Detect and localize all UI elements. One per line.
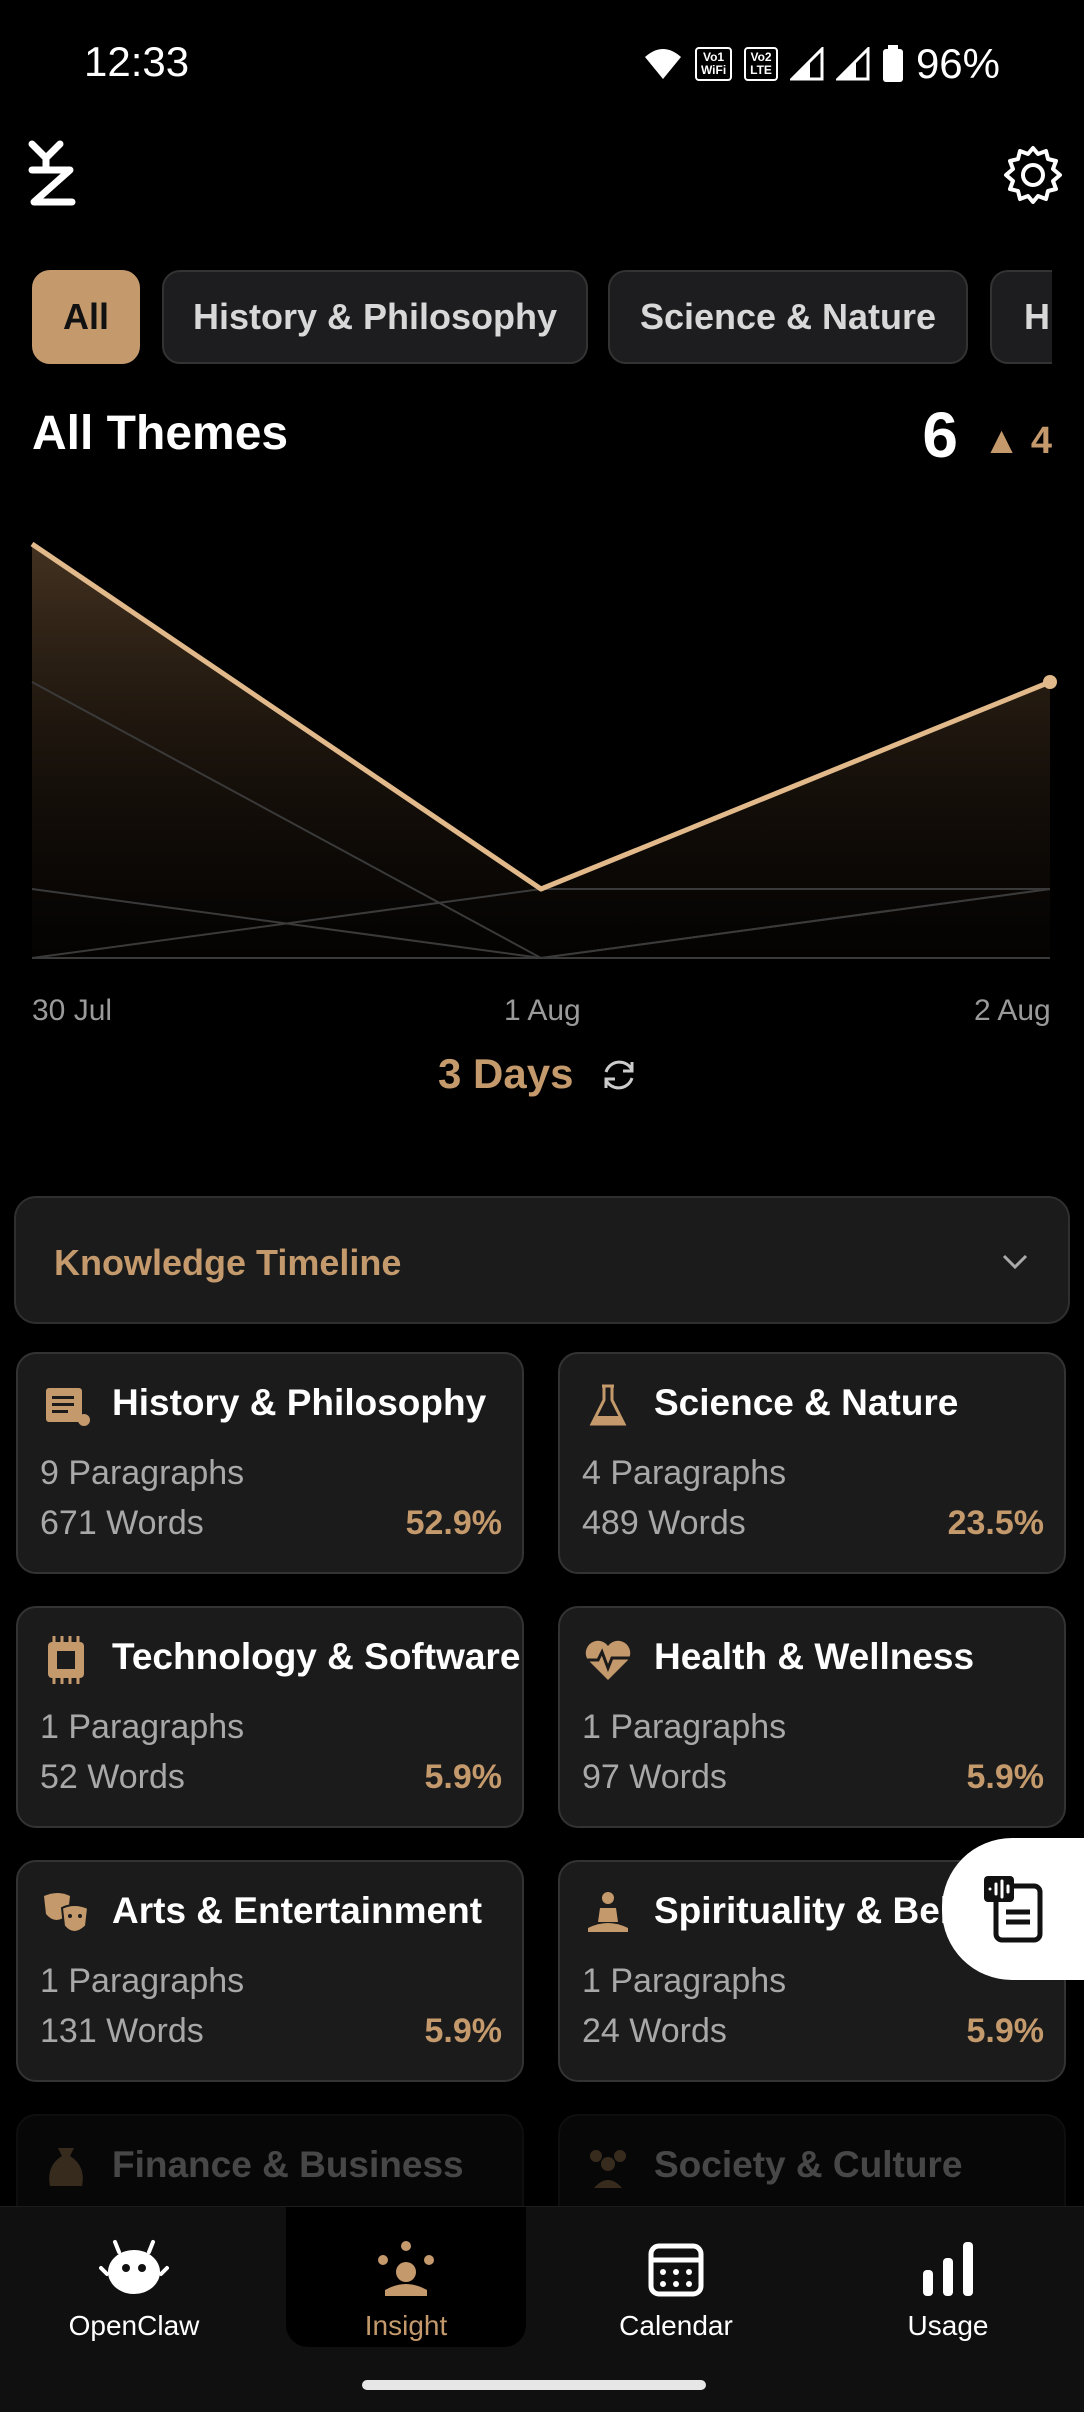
x-tick-label: 30 Jul [32,994,113,1027]
flask-icon [589,1384,627,1426]
volte-lte-icon: Vo2 LTE [744,47,778,81]
app-logo-icon [28,140,76,206]
card-title: Finance & Business [112,2144,464,2185]
nav-calendar[interactable]: Calendar [556,2207,796,2347]
card-percent: 5.9% [966,1758,1045,1796]
gear-icon[interactable] [1002,144,1064,206]
chip-all[interactable]: All [32,270,140,364]
theme-card-arts-entertainment[interactable]: Arts & Entertainment 1 Paragraphs 131 Wo… [16,1860,524,2082]
theme-card-science-nature[interactable]: Science & Nature 4 Paragraphs 489 Words … [558,1352,1066,1574]
nav-label: OpenClaw [68,2310,200,2341]
chip-history-philosophy[interactable]: History & Philosophy [162,270,588,364]
card-paragraphs: 4 Paragraphs [582,1454,787,1492]
card-title: Health & Wellness [654,1636,975,1677]
card-words: 131 Words [40,2012,204,2050]
card-percent: 5.9% [424,2012,503,2050]
knowledge-timeline-dropdown[interactable]: Knowledge Timeline [14,1196,1070,1324]
status-bar: 12:33 Vo1 WiFi Vo2 LTE 96% [0,0,1084,120]
chip-science-nature[interactable]: Science & Nature [608,270,968,364]
card-words: 52 Words [40,1758,185,1796]
card-words: 24 Words [582,2012,727,2050]
voice-notes-icon [984,1876,1043,1943]
card-paragraphs: 1 Paragraphs [582,1708,787,1746]
money-bag-icon [49,2148,83,2186]
card-title: Society & Culture [654,2144,963,2185]
status-icons: Vo1 WiFi Vo2 LTE 96% [643,40,1000,88]
scroll-icon [46,1388,90,1426]
card-title: Technology & Software [112,1636,521,1677]
nav-label: Insight [364,2310,448,2341]
signal-2-icon [835,47,870,81]
chip-icon [48,1636,84,1684]
card-title: Science & Nature [654,1382,959,1423]
wifi-icon [644,49,681,79]
card-paragraphs: 9 Paragraphs [40,1454,245,1492]
card-words: 671 Words [40,1504,204,1542]
bar-chart-icon [923,2242,973,2296]
theme-card-history-philosophy[interactable]: History & Philosophy 9 Paragraphs 671 Wo… [16,1352,524,1574]
theme-card-health-wellness[interactable]: Health & Wellness 1 Paragraphs 97 Words … [558,1606,1066,1828]
nav-openclaw[interactable]: OpenClaw [14,2207,254,2347]
page-title: All Themes [32,407,289,460]
signal-1-icon [789,47,824,81]
volte-wifi-icon: Vo1 WiFi [694,47,733,81]
range-label[interactable]: 3 Days [438,1050,573,1098]
card-percent: 52.9% [405,1504,502,1542]
nav-usage[interactable]: Usage [828,2207,1068,2347]
series-point-last [1043,675,1057,689]
battery-percent: 96% [915,40,1000,87]
card-percent: 5.9% [966,2012,1045,2050]
card-title: History & Philosophy [112,1382,487,1423]
card-percent: 23.5% [947,1504,1044,1542]
timeline-label: Knowledge Timeline [54,1242,402,1283]
series-area-main [32,544,1050,958]
chip-truncated[interactable]: H [990,270,1052,364]
status-time: 12:33 [84,38,190,85]
battery-icon [882,45,903,82]
card-paragraphs: 1 Paragraphs [40,1708,245,1746]
calendar-icon [648,2243,704,2297]
refresh-icon[interactable] [598,1054,640,1096]
meditation-icon [588,1892,628,1932]
themes-area-chart[interactable] [0,520,1084,970]
x-tick-label: 1 Aug [504,994,581,1027]
card-words: 489 Words [582,1504,746,1542]
chevron-down-icon [1002,1254,1028,1270]
card-percent: 5.9% [424,1758,503,1796]
card-paragraphs: 1 Paragraphs [582,1962,787,2000]
theme-count: 6 [922,399,958,471]
home-indicator [362,2380,706,2390]
theater-masks-icon [44,1893,90,1933]
card-paragraphs: 1 Paragraphs [40,1962,245,2000]
nav-label: Calendar [619,2310,733,2341]
nav-label: Usage [907,2310,989,2341]
card-words: 97 Words [582,1758,727,1796]
card-title: Arts & Entertainment [112,1890,483,1931]
x-tick-label: 2 Aug [974,994,1051,1027]
voice-note-fab[interactable] [942,1838,1084,1980]
card-title: Spirituality & Beli [654,1890,961,1931]
theme-delta: ▲ 4 [982,420,1052,462]
nav-insight[interactable]: Insight [286,2207,526,2347]
heartbeat-icon [585,1640,631,1680]
theme-card-technology-software[interactable]: Technology & Software 1 Paragraphs 52 Wo… [16,1606,524,1828]
theme-filter-chips: All History & Philosophy Science & Natur… [32,270,1052,366]
robot-mascot-icon [99,2240,169,2294]
people-icon [590,2150,626,2188]
insight-icon [378,2241,434,2296]
